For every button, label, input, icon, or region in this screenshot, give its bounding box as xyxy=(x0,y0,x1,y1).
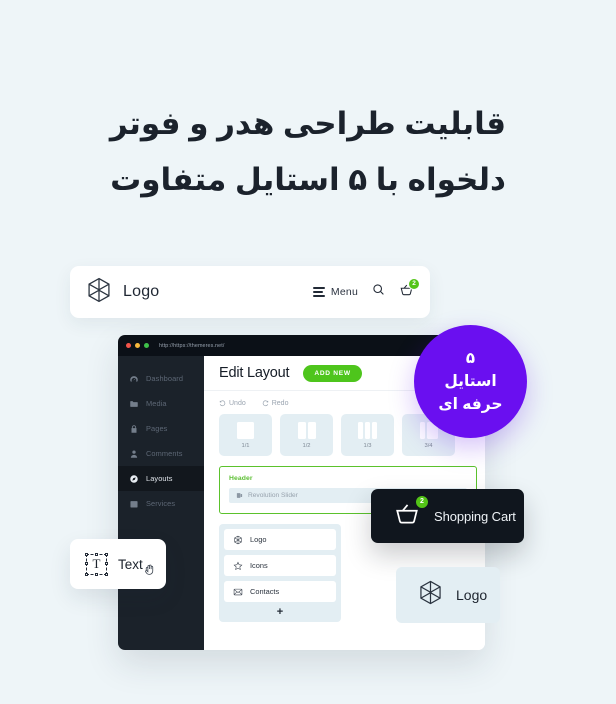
user-icon xyxy=(129,449,139,459)
envelope-icon xyxy=(233,588,243,595)
revolution-slider-label: Revolution Slider xyxy=(248,492,298,499)
logo-card-label: Logo xyxy=(456,587,488,603)
cube-icon xyxy=(417,579,444,611)
grid-option-1-1[interactable]: 1/1 xyxy=(219,414,272,456)
redo-icon xyxy=(262,400,268,407)
cube-icon xyxy=(234,535,242,544)
header-brand[interactable]: Logo xyxy=(85,276,159,309)
logo-element-card[interactable]: Logo xyxy=(396,567,500,623)
hamburger-icon xyxy=(312,287,325,297)
component-label: Icons xyxy=(250,561,268,570)
shopping-cart-card[interactable]: 2 Shopping Cart xyxy=(371,489,524,543)
cart-button[interactable]: 2 xyxy=(399,277,420,302)
grid-preview-icon xyxy=(297,421,316,439)
styles-badge-line-2: حرفه ای xyxy=(438,395,503,413)
component-list: Logo Icons Contacts + xyxy=(219,524,341,622)
grid-option-1-3[interactable]: 1/3 xyxy=(341,414,394,456)
header-actions: Menu 2 xyxy=(312,277,420,302)
component-item-logo[interactable]: Logo xyxy=(224,529,336,550)
star-icon xyxy=(233,561,243,570)
grid-preview-icon xyxy=(237,421,254,439)
text-card-label: Text xyxy=(118,556,143,572)
sidebar-label: Comments xyxy=(146,449,183,458)
sidebar-label: Layouts xyxy=(146,474,173,483)
sidebar-label: Pages xyxy=(146,424,168,433)
page-title: قابلیت طراحی هدر و فوتر دلخواه با ۵ استا… xyxy=(0,96,616,208)
styles-badge-number: ۵ xyxy=(465,349,476,367)
menu-button[interactable]: Menu xyxy=(312,286,358,298)
sidebar-item-media[interactable]: Media xyxy=(118,391,204,416)
styles-badge-line-1: استایل xyxy=(444,372,497,390)
redo-label: Redo xyxy=(271,400,289,407)
site-header-bar: Logo Menu 2 xyxy=(70,266,430,318)
undo-button[interactable]: Undo xyxy=(219,400,246,407)
grid-preview-icon xyxy=(358,421,377,439)
close-dot-icon[interactable] xyxy=(126,343,131,348)
cube-icon xyxy=(85,276,113,309)
undo-icon xyxy=(219,400,226,407)
calendar-icon xyxy=(129,499,139,509)
editor-title: Edit Layout xyxy=(219,365,290,381)
headline-line-2: دلخواه با ۵ استایل متفاوت xyxy=(110,162,506,197)
sidebar-item-services[interactable]: Services xyxy=(118,491,204,516)
sidebar-item-pages[interactable]: Pages xyxy=(118,416,204,441)
component-label: Contacts xyxy=(250,587,280,596)
lock-icon xyxy=(129,424,139,434)
sidebar-item-layouts[interactable]: Layouts xyxy=(118,466,204,491)
page-root: قابلیت طراحی هدر و فوتر دلخواه با ۵ استا… xyxy=(0,0,616,704)
sidebar-item-comments[interactable]: Comments xyxy=(118,441,204,466)
gauge-icon xyxy=(129,374,139,384)
minimize-dot-icon[interactable] xyxy=(135,343,140,348)
shopping-cart-label: Shopping Cart xyxy=(434,508,516,524)
folder-icon xyxy=(129,399,139,409)
component-item-contacts[interactable]: Contacts xyxy=(224,581,336,602)
sidebar-item-dashboard[interactable]: Dashboard xyxy=(118,366,204,391)
grid-label: 1/3 xyxy=(363,442,372,449)
header-section-title: Header xyxy=(229,475,253,482)
grab-hand-icon xyxy=(143,563,156,581)
text-glyph: T xyxy=(92,556,101,571)
menu-label: Menu xyxy=(330,286,358,298)
headline-line-1: قابلیت طراحی هدر و فوتر xyxy=(109,106,507,141)
sidebar-label: Dashboard xyxy=(146,374,184,383)
sidebar-label: Services xyxy=(146,499,176,508)
text-selection-box: T xyxy=(85,552,108,576)
address-bar[interactable]: http://https://themeres.net/ xyxy=(159,343,224,349)
text-element-card[interactable]: T Text xyxy=(70,539,166,589)
component-item-icons[interactable]: Icons xyxy=(224,555,336,576)
search-icon[interactable] xyxy=(372,283,385,301)
add-new-button[interactable]: ADD NEW xyxy=(303,364,362,382)
grid-label: 3/4 xyxy=(424,442,433,449)
cart-count-badge: 2 xyxy=(408,277,420,290)
maximize-dot-icon[interactable] xyxy=(144,343,149,348)
cart-icon-wrap: 2 xyxy=(392,494,429,532)
sidebar-label: Media xyxy=(146,399,167,408)
slider-icon xyxy=(236,493,243,498)
cart-count-badge: 2 xyxy=(415,494,429,509)
component-label: Logo xyxy=(250,535,267,544)
compass-icon xyxy=(129,474,139,484)
add-component-button[interactable]: + xyxy=(224,607,336,618)
styles-badge: ۵ استایل حرفه ای xyxy=(414,325,527,438)
sidebar: Dashboard Media Pages Comments Layouts S… xyxy=(118,356,204,650)
header-logo-text: Logo xyxy=(123,283,160,300)
redo-button[interactable]: Redo xyxy=(262,400,289,407)
grid-label: 1/2 xyxy=(302,442,311,449)
undo-label: Undo xyxy=(229,400,246,407)
grid-label: 1/1 xyxy=(241,442,250,449)
grid-option-1-2[interactable]: 1/2 xyxy=(280,414,333,456)
